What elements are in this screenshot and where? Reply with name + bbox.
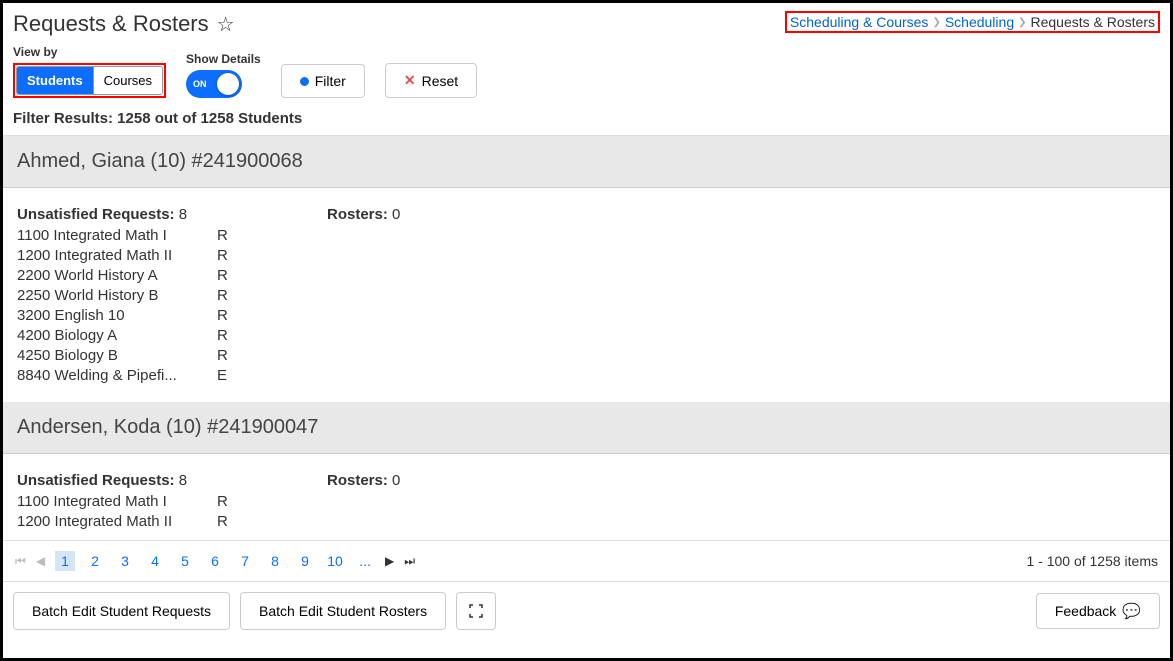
- page-number[interactable]: 6: [205, 553, 225, 569]
- chevron-right-icon: ❯: [1018, 17, 1026, 28]
- rosters-count: 0: [392, 206, 400, 223]
- students-list: Ahmed, Giana (10) #241900068 Unsatisfied…: [3, 135, 1170, 540]
- request-course: 4200 Biology A: [17, 327, 217, 344]
- unsatisfied-requests-label: Unsatisfied Requests:: [17, 472, 175, 489]
- page-title: Requests & Rosters: [13, 11, 209, 37]
- request-type: R: [217, 227, 237, 244]
- request-type: R: [217, 267, 237, 284]
- viewby-segmented-control: Students Courses: [16, 66, 163, 95]
- request-course: 3200 English 10: [17, 307, 217, 324]
- unsatisfied-requests-count: 8: [179, 472, 187, 489]
- pager-summary: 1 - 100 of 1258 items: [1026, 553, 1158, 569]
- page-number[interactable]: 9: [295, 553, 315, 569]
- request-type: R: [217, 307, 237, 324]
- viewby-courses-button[interactable]: Courses: [93, 67, 162, 94]
- student-header[interactable]: Andersen, Koda (10) #241900047: [3, 402, 1170, 454]
- request-type: R: [217, 513, 237, 530]
- pager-prev-icon[interactable]: ◀: [36, 554, 45, 568]
- request-course: 8840 Welding & Pipefi...: [17, 367, 217, 384]
- pager-last-icon[interactable]: ⏭: [404, 554, 415, 569]
- request-course: 1100 Integrated Math I: [17, 227, 217, 244]
- speech-bubble-icon: 💬: [1122, 602, 1141, 620]
- close-icon: ✕: [404, 72, 416, 89]
- request-course: 4250 Biology B: [17, 347, 217, 364]
- rosters-label: Rosters:: [327, 472, 388, 489]
- page-number[interactable]: 8: [265, 553, 285, 569]
- rosters-count: 0: [392, 472, 400, 489]
- request-course: 1200 Integrated Math II: [17, 247, 217, 264]
- reset-button-label: Reset: [422, 73, 459, 89]
- toggle-knob: [217, 73, 239, 95]
- viewby-students-button[interactable]: Students: [17, 67, 93, 94]
- showdetails-toggle[interactable]: ON: [186, 70, 242, 98]
- request-course: 1200 Integrated Math II: [17, 513, 217, 530]
- request-type: E: [217, 367, 237, 384]
- page-number[interactable]: 1: [55, 551, 75, 571]
- filter-button[interactable]: Filter: [281, 64, 365, 98]
- page-number[interactable]: 2: [85, 553, 105, 569]
- breadcrumb-current: Requests & Rosters: [1031, 14, 1156, 30]
- breadcrumb: Scheduling & Courses ❯ Scheduling ❯ Requ…: [785, 11, 1160, 33]
- viewby-label: View by: [13, 45, 166, 59]
- toggle-on-label: ON: [193, 79, 207, 89]
- request-type: R: [217, 493, 237, 510]
- page-number[interactable]: 7: [235, 553, 255, 569]
- request-course: 2250 World History B: [17, 287, 217, 304]
- request-type: R: [217, 287, 237, 304]
- feedback-button[interactable]: Feedback 💬: [1036, 593, 1160, 629]
- batch-edit-rosters-button[interactable]: Batch Edit Student Rosters: [240, 592, 446, 630]
- request-course: 2200 World History A: [17, 267, 217, 284]
- breadcrumb-scheduling-courses[interactable]: Scheduling & Courses: [790, 14, 929, 30]
- request-type: R: [217, 247, 237, 264]
- page-number[interactable]: 10: [325, 553, 345, 569]
- showdetails-label: Show Details: [186, 52, 261, 66]
- unsatisfied-requests-count: 8: [179, 206, 187, 223]
- favorite-star-icon[interactable]: ☆: [217, 12, 235, 37]
- filter-indicator-icon: [300, 77, 309, 86]
- request-type: R: [217, 347, 237, 364]
- page-number[interactable]: 4: [145, 553, 165, 569]
- page-number[interactable]: 5: [175, 553, 195, 569]
- unsatisfied-requests-label: Unsatisfied Requests:: [17, 206, 175, 223]
- chevron-right-icon: ❯: [932, 17, 940, 28]
- fullscreen-icon: [469, 604, 483, 618]
- page-ellipsis[interactable]: ...: [355, 553, 375, 569]
- pager-next-icon[interactable]: ▶: [385, 554, 394, 568]
- reset-button[interactable]: ✕ Reset: [385, 63, 477, 98]
- rosters-label: Rosters:: [327, 206, 388, 223]
- page-number[interactable]: 3: [115, 553, 135, 569]
- request-type: R: [217, 327, 237, 344]
- batch-edit-requests-button[interactable]: Batch Edit Student Requests: [13, 592, 230, 630]
- pagination: ⏮ ◀ 1 2 3 4 5 6 7 8 9 10 ... ▶ ⏭: [15, 551, 415, 571]
- breadcrumb-scheduling[interactable]: Scheduling: [945, 14, 1014, 30]
- student-header[interactable]: Ahmed, Giana (10) #241900068: [3, 136, 1170, 188]
- fullscreen-button[interactable]: [456, 592, 496, 630]
- filter-results-text: Filter Results: 1258 out of 1258 Student…: [3, 106, 1170, 135]
- feedback-button-label: Feedback: [1055, 603, 1116, 619]
- request-course: 1100 Integrated Math I: [17, 493, 217, 510]
- filter-button-label: Filter: [315, 73, 346, 89]
- pager-first-icon[interactable]: ⏮: [15, 554, 26, 569]
